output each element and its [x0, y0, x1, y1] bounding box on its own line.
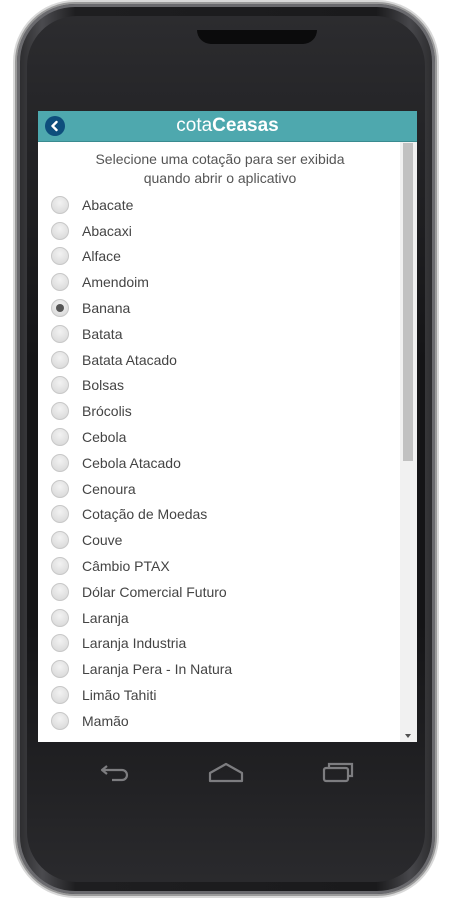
instruction-text: Selecione uma cotação para ser exibida q…	[48, 150, 392, 188]
recent-apps-icon	[322, 762, 354, 783]
option-item[interactable]: Alface	[38, 244, 400, 270]
phone-speaker	[197, 30, 317, 44]
option-label: Laranja	[82, 609, 129, 626]
option-item[interactable]: Amendoim	[38, 269, 400, 295]
radio-button[interactable]	[51, 634, 69, 653]
option-item[interactable]: Laranja Industria	[38, 631, 400, 657]
scroll-down-arrow-icon[interactable]	[405, 734, 411, 738]
option-label: Cebola	[82, 429, 127, 446]
option-label: Alface	[82, 248, 121, 265]
radio-button[interactable]	[51, 453, 69, 472]
option-label: Bolsas	[82, 377, 125, 394]
option-item[interactable]: Abacaxi	[38, 218, 400, 244]
option-label: Cebola Atacado	[82, 454, 181, 471]
app-title: cotaCeasas	[38, 115, 417, 137]
app-title-light: cota	[176, 115, 213, 136]
radio-button[interactable]	[51, 324, 69, 343]
option-label: Mamão	[82, 712, 129, 729]
radio-button[interactable]	[51, 608, 69, 627]
option-label: Laranja Industria	[82, 635, 187, 652]
option-item[interactable]: Câmbio PTAX	[38, 553, 400, 579]
app-header: cotaCeasas	[38, 111, 417, 142]
app-title-bold: Ceasas	[212, 115, 279, 136]
option-label: Batata	[82, 325, 123, 342]
option-label: Cotação de Moedas	[82, 506, 208, 523]
option-item[interactable]: Cebola	[38, 424, 400, 450]
option-item[interactable]: Laranja	[38, 605, 400, 631]
option-label: Laranja Pera - In Natura	[82, 661, 233, 678]
scrollbar[interactable]	[400, 142, 417, 742]
scrollbar-thumb[interactable]	[403, 143, 413, 461]
app-screen: cotaCeasas Selecione uma cotação para se…	[38, 111, 417, 742]
radio-button[interactable]	[51, 660, 69, 679]
instruction-line-1: Selecione uma cotação para ser exibida	[95, 151, 345, 167]
nav-home-button[interactable]	[207, 760, 245, 789]
option-label: Batata Atacado	[82, 351, 177, 368]
option-item[interactable]: Batata	[38, 321, 400, 347]
option-item[interactable]: Dólar Comercial Futuro	[38, 579, 400, 605]
radio-button[interactable]	[51, 273, 69, 292]
option-label: Abacate	[82, 196, 134, 213]
option-item[interactable]: Mamão	[38, 708, 400, 734]
option-label: Banana	[82, 300, 131, 317]
radio-button[interactable]	[51, 505, 69, 524]
option-item[interactable]: Banana	[38, 295, 400, 321]
home-icon	[208, 762, 244, 783]
radio-button[interactable]	[51, 402, 69, 421]
nav-back-button[interactable]	[98, 760, 134, 789]
radio-button[interactable]	[51, 557, 69, 576]
radio-button[interactable]	[51, 247, 69, 266]
option-label: Dólar Comercial Futuro	[82, 583, 227, 600]
option-label: Abacaxi	[82, 222, 132, 239]
option-item[interactable]: Abacate	[38, 192, 400, 218]
radio-button[interactable]	[51, 299, 69, 318]
radio-button[interactable]	[51, 221, 69, 240]
option-item[interactable]: Laranja Pera - In Natura	[38, 656, 400, 682]
option-item[interactable]: Cebola Atacado	[38, 450, 400, 476]
options-panel: Selecione uma cotação para ser exibida q…	[38, 142, 400, 742]
option-label: Câmbio PTAX	[82, 558, 170, 575]
instruction-line-2: quando abrir o aplicativo	[143, 170, 297, 186]
nav-recent-button[interactable]	[320, 760, 356, 789]
option-item[interactable]: Limão Tahiti	[38, 682, 400, 708]
option-label: Couve	[82, 532, 123, 549]
android-nav-bar	[0, 742, 450, 812]
quote-options-list: Abacate Abacaxi Alface Amendoim Banana Batata…	[38, 192, 400, 734]
radio-button[interactable]	[51, 531, 69, 550]
option-item[interactable]: Cenoura	[38, 476, 400, 502]
option-label: Brócolis	[82, 403, 132, 420]
radio-button[interactable]	[51, 686, 69, 705]
radio-button[interactable]	[51, 376, 69, 395]
option-item[interactable]: Couve	[38, 527, 400, 553]
option-item[interactable]: Brócolis	[38, 398, 400, 424]
option-label: Limão Tahiti	[82, 687, 157, 704]
option-item[interactable]: Bolsas	[38, 373, 400, 399]
option-item[interactable]: Batata Atacado	[38, 347, 400, 373]
option-item[interactable]: Cotação de Moedas	[38, 502, 400, 528]
radio-button[interactable]	[51, 195, 69, 214]
radio-button[interactable]	[51, 479, 69, 498]
radio-button[interactable]	[51, 350, 69, 369]
option-label: Cenoura	[82, 480, 136, 497]
radio-button[interactable]	[51, 428, 69, 447]
option-label: Amendoim	[82, 274, 149, 291]
back-arrow-icon	[100, 765, 129, 782]
radio-button[interactable]	[51, 711, 69, 730]
radio-button[interactable]	[51, 582, 69, 601]
